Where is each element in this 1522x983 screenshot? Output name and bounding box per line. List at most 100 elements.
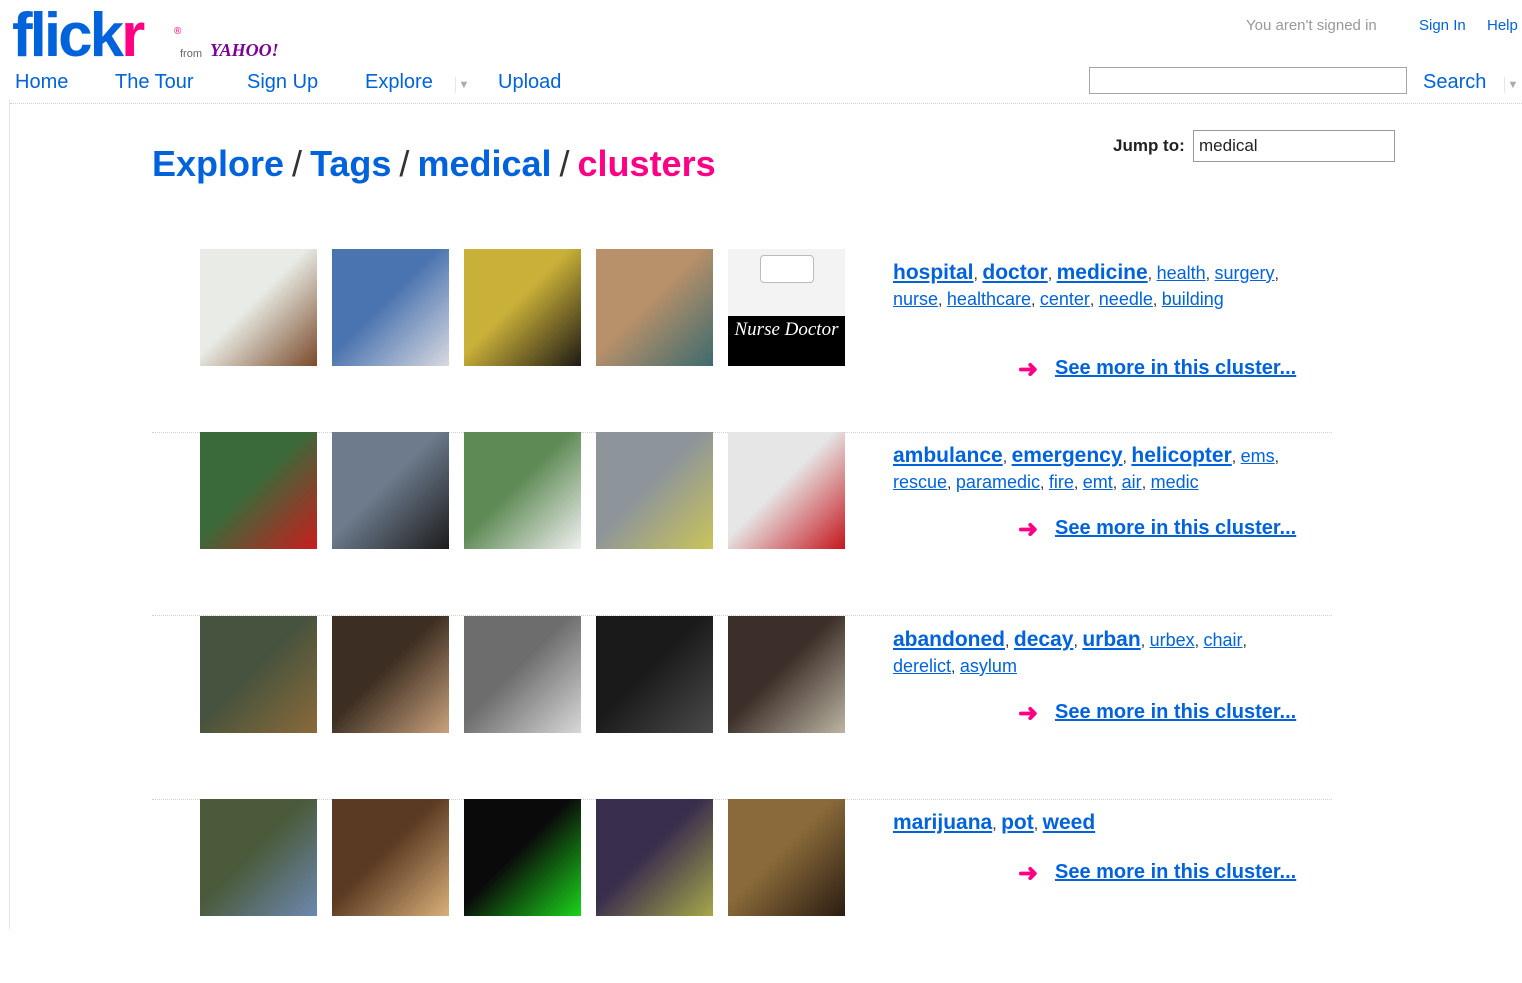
tag-link[interactable]: building (1162, 289, 1224, 309)
tag-link[interactable]: air (1122, 472, 1142, 492)
tag-link[interactable]: urban (1082, 628, 1140, 651)
tag-link[interactable]: marijuana (893, 811, 992, 834)
tag-separator: , (951, 659, 960, 676)
breadcrumb-current: clusters (577, 143, 716, 184)
tag-link[interactable]: paramedic (956, 472, 1040, 492)
breadcrumb-tags[interactable]: Tags (310, 143, 391, 184)
logo-from-text: from (180, 48, 202, 60)
tag-link[interactable]: nurse (893, 289, 938, 309)
dark-room-thumb[interactable] (596, 616, 713, 733)
pink-arrow-icon: ➜ (1018, 860, 1039, 887)
tag-link[interactable]: fire (1049, 472, 1074, 492)
tag-link[interactable]: emergency (1012, 444, 1123, 467)
tag-link[interactable]: helicopter (1131, 444, 1231, 467)
red-ambulance-thumb[interactable] (200, 432, 317, 549)
search-input[interactable] (1089, 67, 1407, 94)
explore-dropdown-icon[interactable]: ▼ (455, 77, 472, 93)
nav-home[interactable]: Home (15, 71, 68, 94)
tag-separator: , (1039, 475, 1049, 492)
tag-link[interactable]: abandoned (893, 628, 1005, 651)
cartoon-doctor-thumb[interactable] (200, 249, 317, 366)
tag-link[interactable]: derelict (893, 656, 951, 676)
registered-mark: ® (174, 26, 182, 37)
yahoo-logo: YAHOO! (210, 40, 279, 60)
tag-link[interactable]: chair (1204, 630, 1243, 650)
help-link[interactable]: Help (1487, 17, 1518, 34)
see-more-link[interactable]: See more in this cluster... (1055, 701, 1296, 724)
tag-link[interactable]: ambulance (893, 444, 1003, 467)
nav-upload[interactable]: Upload (498, 71, 561, 94)
tag-separator: , (938, 292, 947, 309)
nurse-doctor-sign-thumb[interactable]: Nurse Doctor (728, 249, 845, 366)
search-options-dropdown-icon[interactable]: ▼ (1504, 77, 1521, 93)
tag-link[interactable]: medicine (1057, 261, 1148, 284)
tag-link[interactable]: emt (1083, 472, 1113, 492)
jump-to-input[interactable] (1193, 130, 1395, 162)
see-more-link[interactable]: See more in this cluster... (1055, 861, 1296, 884)
search-button[interactable]: Search (1423, 71, 1486, 94)
speaker-podium-thumb[interactable] (728, 799, 845, 916)
bud-on-scale-thumb[interactable] (200, 799, 317, 916)
tag-link[interactable]: healthcare (947, 289, 1031, 309)
stethoscope-thumb[interactable] (332, 249, 449, 366)
tag-link[interactable]: rescue (893, 472, 947, 492)
breadcrumb-explore[interactable]: Explore (152, 143, 284, 184)
utility-cart-thumb[interactable] (332, 432, 449, 549)
tag-link[interactable]: needle (1099, 289, 1153, 309)
see-more-link[interactable]: See more in this cluster... (1055, 517, 1296, 540)
tag-separator: , (1073, 475, 1083, 492)
tag-cluster: abandoned, decay, urban, urbex, chair, d… (152, 616, 1332, 800)
tag-link[interactable]: pot (1001, 811, 1034, 834)
abandoned-bed-thumb[interactable] (200, 616, 317, 733)
tag-separator: , (1033, 816, 1043, 833)
medical-neon-thumb[interactable] (464, 799, 581, 916)
tag-separator: , (1205, 266, 1215, 283)
amr-ambulance-thumb[interactable] (728, 432, 845, 549)
tag-separator: , (1231, 449, 1241, 466)
breadcrumb-separator: / (399, 143, 410, 184)
tag-separator: , (1002, 449, 1012, 466)
tag-separator: , (947, 475, 956, 492)
page-title-breadcrumb: Explore / Tags / medical / clusters (152, 143, 716, 185)
bud-closeup-thumb[interactable] (596, 799, 713, 916)
nav-explore[interactable]: Explore (365, 71, 433, 94)
nav-the-tour[interactable]: The Tour (115, 71, 194, 94)
pink-arrow-icon: ➜ (1018, 516, 1039, 543)
tag-link[interactable]: surgery (1215, 263, 1275, 283)
see-more-link[interactable]: See more in this cluster... (1055, 357, 1296, 380)
tag-link[interactable]: decay (1014, 628, 1074, 651)
breadcrumb-separator: / (559, 143, 570, 184)
signin-status: You aren't signed in (1246, 17, 1377, 34)
tag-separator: , (1089, 292, 1099, 309)
tag-separator: , (1274, 449, 1280, 466)
tag-separator: , (1274, 266, 1279, 283)
tag-link[interactable]: center (1040, 289, 1090, 309)
prosthetic-leg-thumb[interactable] (332, 616, 449, 733)
sign-in-link[interactable]: Sign In (1419, 17, 1466, 34)
tag-separator: , (1242, 633, 1247, 650)
tag-link[interactable]: urbex (1150, 630, 1195, 650)
tag-link[interactable]: weed (1043, 811, 1096, 834)
pink-arrow-icon: ➜ (1018, 356, 1039, 383)
street-ambulance-thumb[interactable] (596, 432, 713, 549)
tag-link[interactable]: health (1157, 263, 1206, 283)
cluster-tags: ambulance, emergency, helicopter, ems, r… (893, 444, 1293, 496)
nurse-needle-thumb[interactable] (596, 249, 713, 366)
tag-link[interactable]: medic (1151, 472, 1199, 492)
rx-jar-thumb[interactable] (332, 799, 449, 916)
bw-room-thumb[interactable] (464, 616, 581, 733)
tag-link[interactable]: hospital (893, 261, 974, 284)
tag-separator: , (1147, 266, 1157, 283)
tag-link[interactable]: doctor (982, 261, 1047, 284)
tag-link[interactable]: ems (1241, 446, 1275, 466)
page-left-border (9, 100, 10, 929)
nav-sign-up[interactable]: Sign Up (247, 71, 318, 94)
jump-to-label: Jump to: (1113, 136, 1185, 155)
tag-cluster: marijuana, pot, weed ➜ See more in this cl… (152, 799, 1332, 983)
thumb-caption: Nurse Doctor (728, 316, 845, 366)
syringes-thumb[interactable] (464, 249, 581, 366)
lockers-thumb[interactable] (728, 616, 845, 733)
tag-link[interactable]: asylum (960, 656, 1017, 676)
police-car-thumb[interactable] (464, 432, 581, 549)
breadcrumb-tag[interactable]: medical (417, 143, 551, 184)
